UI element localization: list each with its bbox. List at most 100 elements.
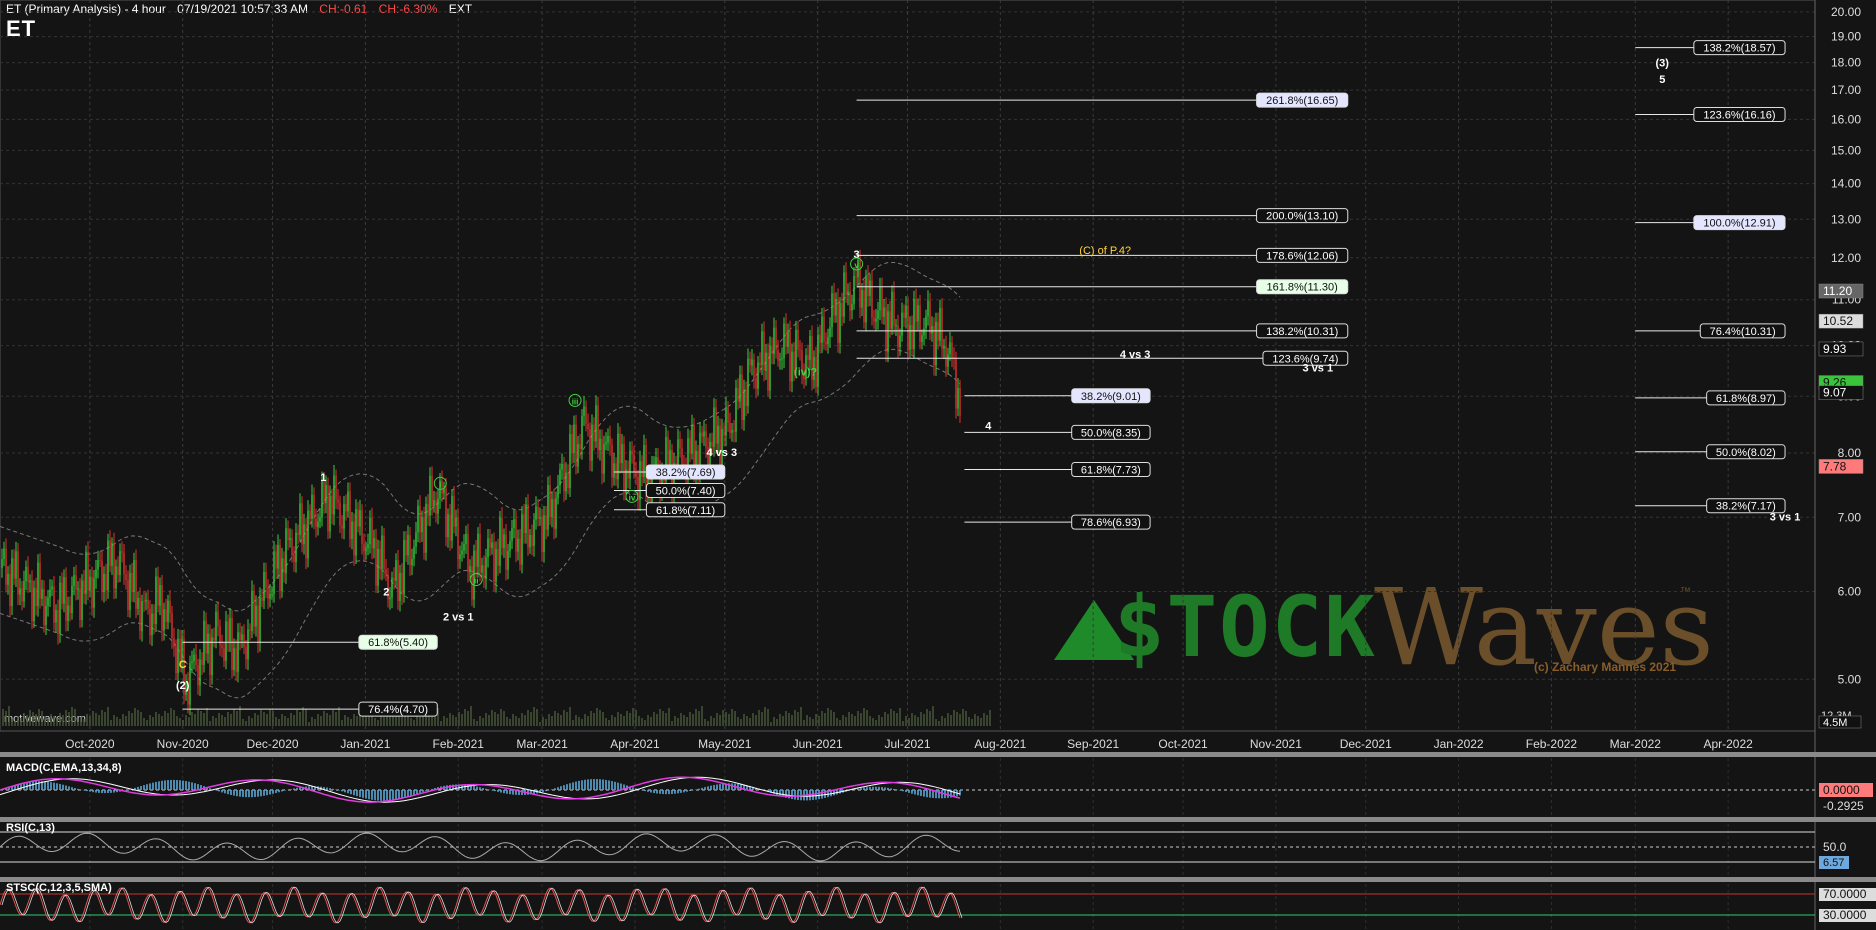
candle-body (521, 514, 523, 565)
macd-histogram-bar (884, 787, 886, 790)
volume-bar (335, 712, 337, 726)
candle-body (931, 326, 933, 334)
fib-label: 61.8%(7.11) (656, 505, 715, 517)
volume-bar (665, 713, 667, 726)
candle-body (427, 504, 429, 516)
volume-bar (5, 711, 7, 726)
candle-body (681, 448, 683, 464)
candle-body (253, 590, 255, 627)
candle-body (949, 342, 951, 355)
candle-body (463, 543, 465, 551)
volume-bar (227, 712, 229, 726)
candle-body (559, 469, 561, 486)
candle-body (313, 494, 315, 519)
volume-bar (926, 709, 928, 726)
candle-body (51, 586, 53, 590)
candle-body (399, 572, 401, 601)
candle-body (125, 574, 127, 580)
x-tick-label: Dec-2020 (247, 737, 299, 751)
volume-bar (467, 711, 469, 726)
candle-body (435, 500, 437, 514)
macd-histogram-bar (290, 789, 292, 790)
macd-histogram-bar (62, 784, 64, 790)
volume-bar (224, 717, 226, 726)
candle-body (595, 405, 597, 442)
y-tick-label: 7.00 (1838, 510, 1862, 524)
macd-histogram-bar (707, 786, 709, 790)
volume-bar (968, 717, 970, 726)
candle-body (127, 579, 129, 610)
volume-bar (17, 716, 19, 726)
macd-histogram-bar (170, 779, 172, 790)
volume-bar (713, 718, 715, 726)
volume-bar (677, 718, 679, 726)
volume-bar (179, 718, 181, 726)
macd-histogram-bar (383, 790, 385, 801)
candle-body (477, 533, 479, 567)
macd-histogram-bar (161, 780, 163, 790)
candle-body (723, 429, 725, 436)
x-tick-label: Sep-2021 (1067, 737, 1119, 751)
volume-bar (446, 718, 448, 726)
y-tick-label: 8.00 (1838, 446, 1862, 460)
candle-body (839, 303, 841, 343)
volume-bar (959, 714, 961, 726)
candle-body (589, 429, 591, 461)
y-tick-label: 19.00 (1831, 30, 1861, 44)
macd-histogram-bar (191, 782, 193, 790)
macd-histogram-bar (719, 784, 721, 790)
macd-histogram-bar (857, 788, 859, 790)
macd-histogram-bar (419, 790, 421, 793)
candle-body (741, 374, 743, 421)
candle-body (821, 316, 823, 343)
candle-body (475, 550, 477, 567)
volume-bar (260, 710, 262, 726)
candle-body (799, 349, 801, 351)
volume-bar (410, 718, 412, 726)
volume-bar (203, 713, 205, 726)
y-tick-label: 5.00 (1838, 672, 1862, 686)
volume-bar (764, 707, 766, 726)
volume-bar (176, 716, 178, 726)
stoch-label: STSC(C,12,3,5,SMA) (6, 882, 112, 894)
volume-bar (857, 711, 859, 726)
x-tick-label: Jul-2021 (884, 737, 930, 751)
candle-body (495, 549, 497, 582)
volume-bar (719, 715, 721, 726)
rsi-level-label: 50.0 (1823, 840, 1847, 854)
candle-body (77, 588, 79, 590)
candle-body (915, 298, 917, 322)
candle-body (843, 272, 845, 317)
candle-body (361, 510, 363, 544)
volume-bar (44, 717, 46, 726)
candle-body (247, 629, 249, 660)
candle-body (307, 510, 309, 559)
candle-body (483, 565, 485, 580)
macd-histogram-bar (890, 788, 892, 790)
candle-body (421, 517, 423, 533)
volume-bar (95, 713, 97, 726)
volume-bar (461, 714, 463, 726)
price-chart[interactable]: 261.8%(16.65) 200.0%(13.10) 178.6%(12.06) 1… (0, 0, 1876, 930)
macd-histogram-bar (710, 785, 712, 790)
volume-bar (749, 718, 751, 726)
macd-histogram-bar (362, 790, 364, 798)
y-tick-label: 13.00 (1831, 212, 1861, 226)
candle-body (571, 434, 573, 454)
volume-bar (602, 712, 604, 726)
candle-body (895, 325, 897, 327)
candle-body (189, 662, 191, 705)
volume-bar (518, 718, 520, 726)
macd-histogram-bar (572, 782, 574, 790)
candle-body (573, 424, 575, 454)
candle-body (861, 289, 863, 308)
candle-body (841, 303, 843, 317)
volume-bar (608, 720, 610, 726)
candle-body (345, 504, 347, 512)
volume-bar (491, 710, 493, 726)
candle-body (631, 450, 633, 455)
macd-histogram-bar (32, 781, 34, 790)
volume-bar (833, 712, 835, 726)
candle-body (887, 311, 889, 352)
volume-bar (515, 716, 517, 726)
